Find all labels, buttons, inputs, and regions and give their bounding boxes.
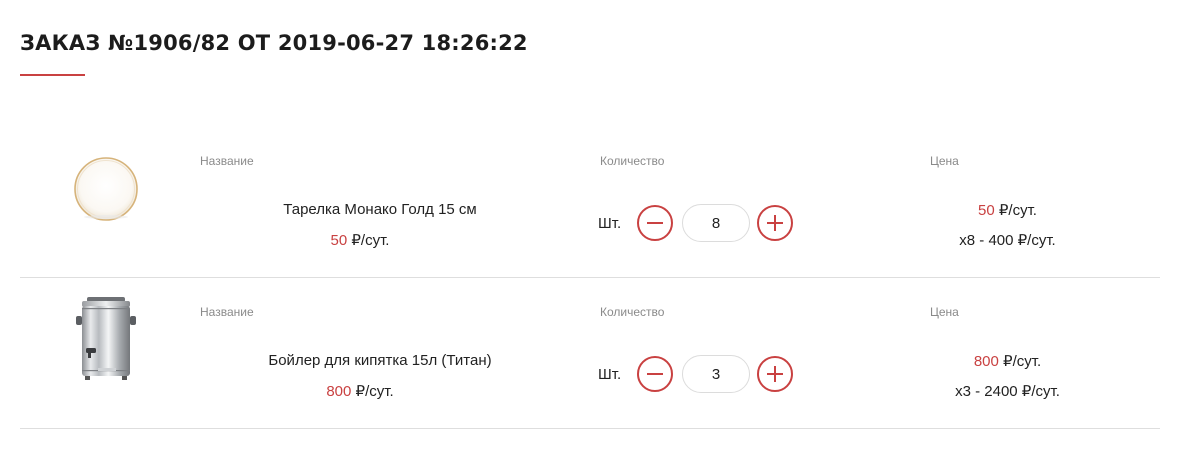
order-item-row: Название Количество Цена Бойлер для кипя… (20, 278, 1160, 429)
order-item-row: Название Количество Цена Тарелка Монако … (20, 127, 1160, 278)
price-column-label: Цена (930, 154, 959, 168)
quantity-unit-label: Шт. (598, 215, 622, 232)
page-title: ЗАКАЗ №1906/82 ОТ 2019-06-27 18:26:22 (20, 31, 528, 55)
item-name: Тарелка Монако Голд 15 см (283, 201, 477, 218)
unit-price-value: 50 (978, 202, 995, 219)
unit-price-unit: ₽/сут. (998, 202, 1037, 219)
item-price-unit: ₽/сут. (355, 383, 394, 400)
decrease-quantity-button[interactable] (637, 205, 673, 241)
quantity-input[interactable] (682, 355, 750, 393)
title-underline (20, 74, 85, 76)
price-column-label: Цена (930, 305, 959, 319)
total-price: x8 - 400 ₽/сут. (959, 232, 1056, 249)
quantity-column-label: Количество (600, 305, 665, 319)
quantity-unit-label: Шт. (598, 366, 622, 383)
minus-icon (647, 222, 663, 224)
decrease-quantity-button[interactable] (637, 356, 673, 392)
unit-price: 800 ₽/сут. (920, 352, 1095, 370)
unit-price-value: 800 (973, 353, 999, 370)
boiler-image (60, 294, 152, 386)
item-price: 800 ₽/сут. (200, 382, 520, 400)
unit-price-unit: ₽/сут. (1003, 353, 1042, 370)
name-column-label: Название (200, 305, 254, 319)
minus-icon (647, 373, 663, 375)
increase-quantity-button[interactable] (757, 356, 793, 392)
name-column-label: Название (200, 154, 254, 168)
item-price-value: 50 (330, 232, 348, 249)
item-name: Бойлер для кипятка 15л (Титан) (268, 352, 492, 369)
item-price-unit: ₽/сут. (351, 232, 390, 249)
quantity-input[interactable] (682, 204, 750, 242)
plate-image (60, 143, 152, 235)
unit-price: 50 ₽/сут. (920, 201, 1095, 219)
item-price: 50 ₽/сут. (200, 231, 520, 249)
item-price-value: 800 (326, 383, 352, 400)
increase-quantity-button[interactable] (757, 205, 793, 241)
total-price: x3 - 2400 ₽/сут. (955, 383, 1060, 400)
quantity-column-label: Количество (600, 154, 665, 168)
